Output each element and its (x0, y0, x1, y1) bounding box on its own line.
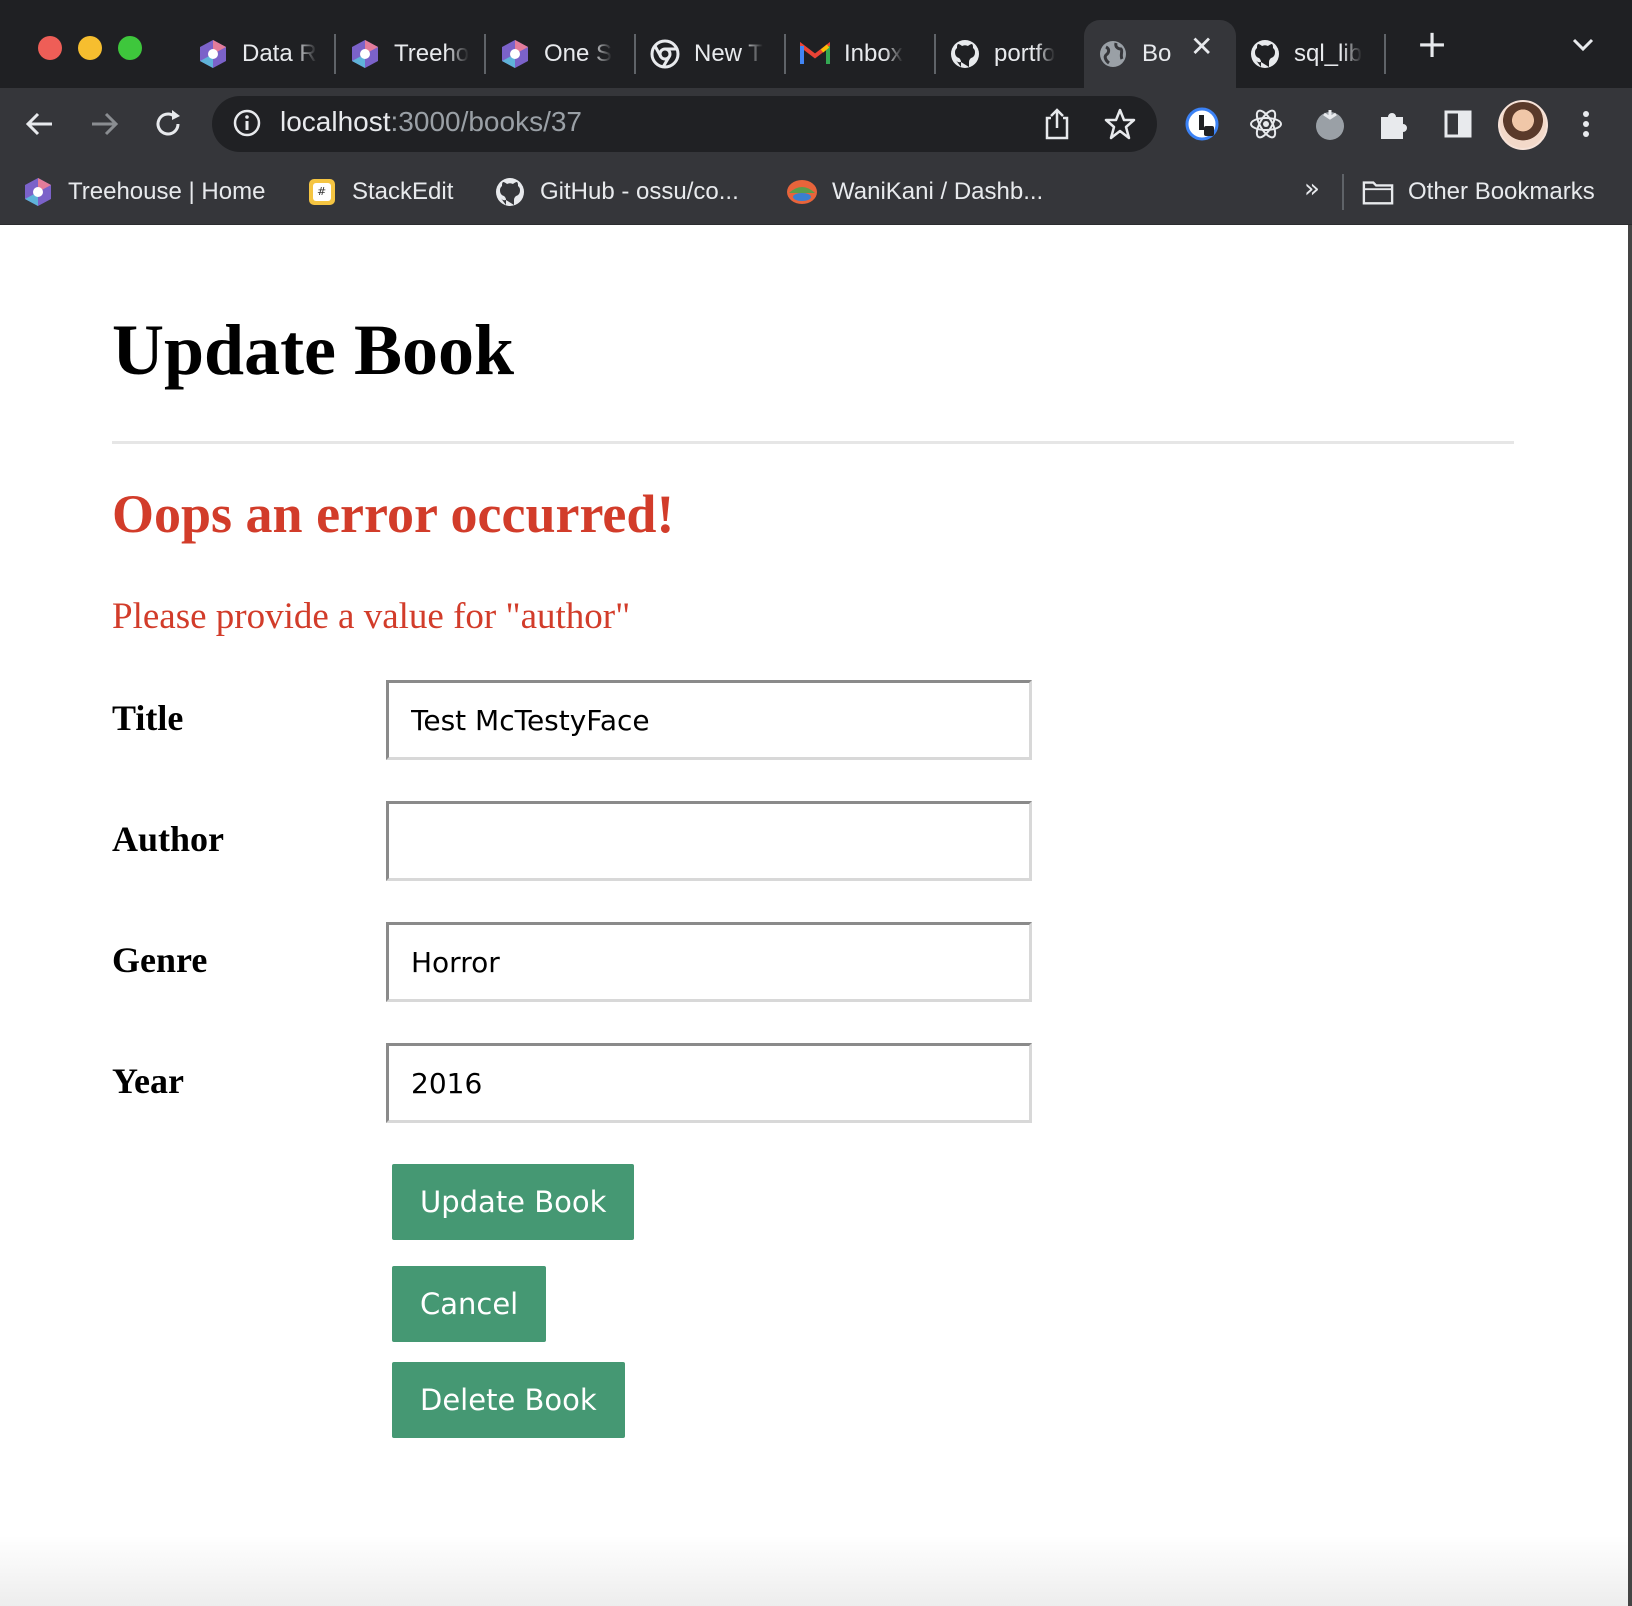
year-input[interactable] (386, 1043, 1032, 1123)
tab-label: Data R (242, 40, 317, 67)
tomato-timer-icon[interactable] (1310, 104, 1350, 144)
window-right-edge (1628, 225, 1632, 1606)
more-bookmarks-button[interactable]: » (1304, 174, 1320, 204)
browser-menu-icon[interactable] (1566, 104, 1606, 144)
forward-button[interactable] (80, 100, 128, 148)
globe-icon (1098, 39, 1128, 69)
treehouse-icon (500, 39, 530, 69)
wanikani-icon (786, 176, 818, 208)
tab-portfolio[interactable]: portfo (936, 20, 1084, 88)
window-bottom-shadow (0, 1536, 1632, 1606)
profile-avatar[interactable] (1498, 100, 1548, 150)
chrome-icon (650, 39, 680, 69)
bookmark-label: GitHub - ossu/co... (540, 178, 739, 205)
address-bar[interactable]: localhost:3000/books/37 (212, 96, 1157, 152)
tab-strip: Data R Treeho One S New T Inbox portfo B… (0, 0, 1632, 88)
browser-window: Data R Treeho One S New T Inbox portfo B… (0, 0, 1632, 1606)
bookmarks-separator (1342, 174, 1344, 210)
error-message: Please provide a value for "author" (112, 596, 631, 637)
tab-label: Treeho (394, 40, 470, 67)
author-label: Author (112, 819, 225, 859)
page-content: Update Book Oops an error occurred! Plea… (0, 225, 1632, 1606)
github-icon (1250, 39, 1280, 69)
bookmark-wanikani[interactable]: WaniKani / Dashb... (786, 174, 1043, 210)
tab-inbox[interactable]: Inbox (786, 20, 934, 88)
author-input[interactable] (386, 801, 1032, 881)
year-label: Year (112, 1061, 184, 1101)
tab-new-tab[interactable]: New T (636, 20, 784, 88)
tab-label: portfo (994, 40, 1056, 67)
minimize-window-button[interactable] (78, 36, 102, 60)
tab-label: Inbox (844, 40, 903, 67)
bookmark-label: WaniKani / Dashb... (832, 178, 1044, 205)
tab-data-r[interactable]: Data R (184, 20, 334, 88)
bookmark-stackedit[interactable]: # StackEdit (306, 174, 453, 210)
cancel-button[interactable]: Cancel (392, 1266, 547, 1342)
treehouse-icon (198, 39, 228, 69)
browser-toolbar: localhost:3000/books/37 (0, 88, 1632, 160)
title-divider (112, 441, 1514, 444)
url-path: :3000/books/37 (390, 106, 583, 137)
tab-one-s[interactable]: One S (486, 20, 634, 88)
stackedit-icon: # (306, 176, 338, 208)
back-button[interactable] (16, 100, 64, 148)
gmail-icon (800, 39, 830, 69)
bookmark-star-icon[interactable] (1104, 108, 1136, 144)
side-panel-icon[interactable] (1438, 104, 1478, 144)
new-tab-button[interactable]: + (1414, 25, 1450, 63)
genre-label: Genre (112, 940, 208, 980)
github-icon (494, 176, 526, 208)
bookmark-label: StackEdit (352, 178, 454, 205)
reload-button[interactable] (144, 100, 192, 148)
title-input[interactable] (386, 680, 1032, 760)
bookmark-github-ossu[interactable]: GitHub - ossu/co... (494, 174, 739, 210)
tab-label: One S (544, 40, 613, 67)
react-devtools-icon[interactable] (1246, 104, 1286, 144)
other-bookmarks-folder[interactable]: Other Bookmarks (1362, 174, 1595, 210)
treehouse-icon (22, 176, 54, 208)
bookmark-label: Treehouse | Home (68, 178, 266, 205)
forward-arrow-icon (92, 112, 119, 136)
site-info-icon[interactable] (232, 108, 262, 142)
genre-input[interactable] (386, 922, 1032, 1002)
bookmark-label: Other Bookmarks (1408, 178, 1595, 205)
error-heading: Oops an error occurred! (112, 484, 675, 544)
delete-book-button[interactable]: Delete Book (392, 1362, 625, 1438)
svg-text:#: # (317, 185, 326, 198)
treehouse-icon (350, 39, 380, 69)
update-book-button[interactable]: Update Book (392, 1164, 635, 1240)
tab-separator (1384, 34, 1386, 74)
password-manager-extension-icon[interactable] (1182, 104, 1222, 144)
folder-icon (1362, 176, 1394, 208)
share-icon[interactable] (1042, 108, 1072, 144)
title-label: Title (112, 698, 184, 738)
github-icon (950, 39, 980, 69)
bookmark-treehouse-home[interactable]: Treehouse | Home (22, 174, 265, 210)
url-host: localhost (280, 106, 391, 137)
tab-label: New T (694, 40, 763, 67)
url-text: localhost:3000/books/37 (280, 106, 582, 138)
close-window-button[interactable] (38, 36, 62, 60)
tab-label: Bo (1142, 40, 1172, 67)
tab-sql-library[interactable]: sql_lib (1236, 20, 1384, 88)
tab-label: sql_lib (1294, 40, 1363, 67)
reload-icon (156, 110, 180, 136)
tab-treehouse[interactable]: Treeho (336, 20, 484, 88)
tab-search-chevron-icon[interactable] (1570, 36, 1596, 58)
back-arrow-icon (25, 112, 52, 136)
zoom-window-button[interactable] (118, 36, 142, 60)
bookmarks-bar: Treehouse | Home # StackEdit GitHub - os… (0, 160, 1632, 225)
extensions-puzzle-icon[interactable] (1374, 104, 1414, 144)
close-tab-icon[interactable]: ✕ (1190, 30, 1213, 63)
page-title: Update Book (112, 310, 515, 390)
